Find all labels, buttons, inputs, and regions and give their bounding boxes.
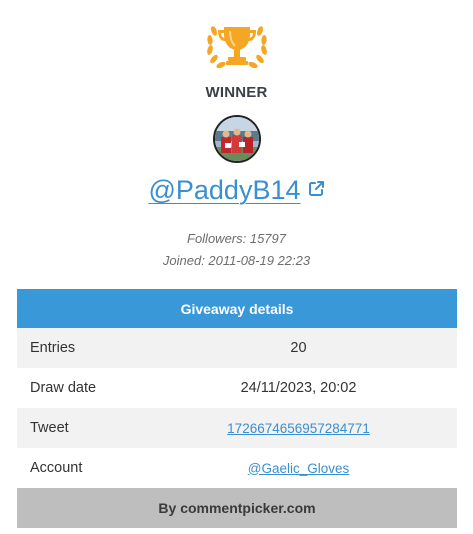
tweet-link[interactable]: 1726674656957284771	[140, 421, 457, 436]
username-link[interactable]: @PaddyB14	[148, 175, 300, 205]
table-row-entries: Entries 20	[17, 328, 457, 368]
credit-footer: By commentpicker.com	[17, 488, 457, 528]
account-link[interactable]: @Gaelic_Gloves	[140, 461, 457, 476]
entries-value: 20	[290, 340, 307, 356]
row-label: Account	[30, 460, 83, 476]
followers-count: Followers: 15797	[187, 231, 286, 246]
row-label: Draw date	[30, 380, 97, 396]
table-row-account: Account @Gaelic_Gloves	[17, 448, 457, 488]
giveaway-details-table: Giveaway details Entries 20 Draw date 24…	[17, 289, 457, 528]
table-row-draw-date: Draw date 24/11/2023, 20:02	[17, 368, 457, 408]
details-header: Giveaway details	[17, 289, 457, 328]
table-row-tweet: Tweet 1726674656957284771	[17, 408, 457, 448]
draw-date-value: 24/11/2023, 20:02	[240, 380, 357, 396]
winner-label: WINNER	[205, 84, 268, 101]
external-link-icon[interactable]	[308, 180, 325, 197]
row-label: Entries	[30, 340, 76, 356]
joined-date: Joined: 2011-08-19 22:23	[162, 253, 311, 268]
trophy-icon	[204, 22, 270, 72]
username-row: @PaddyB14	[0, 175, 473, 206]
avatar[interactable]	[213, 115, 261, 163]
row-label: Tweet	[30, 420, 69, 436]
